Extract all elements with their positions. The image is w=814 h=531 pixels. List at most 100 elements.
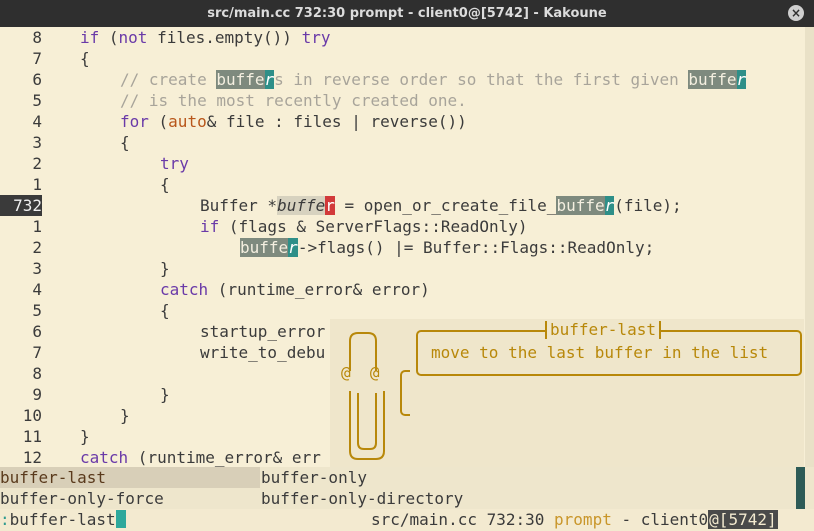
line-number: 5 (32, 91, 42, 110)
line-number: 1 (32, 175, 42, 194)
prompt-input[interactable]: buffer-last (10, 510, 116, 529)
code-token: catch (80, 448, 129, 467)
code-token: ->flags() |= Buffer::Flags::ReadOnly; (297, 238, 655, 257)
menu-scrollbar[interactable] (796, 467, 805, 509)
code-token: } (80, 427, 90, 446)
code-text: } (120, 405, 130, 426)
prompt-colon: : (0, 510, 10, 529)
code-text: // is the most recently created one. (120, 90, 467, 111)
code-line[interactable]: 1 if (flags & ServerFlags::ReadOnly) (0, 216, 814, 237)
menu-item-buffer-last[interactable]: buffer-last (0, 467, 260, 488)
code-token: for (120, 112, 149, 131)
line-number: 8 (32, 364, 42, 383)
code-token: } (160, 385, 170, 404)
status-line: :buffer-last src/main.cc 732:30 prompt -… (0, 509, 814, 531)
info-brace (400, 370, 410, 416)
code-token: & file : files | reverse()) (206, 112, 467, 131)
status-file-position: src/main.cc 732:30 (371, 510, 555, 529)
code-token: auto (168, 112, 207, 131)
code-text: // create buffers in reverse order so th… (120, 69, 747, 90)
line-number: 10 (22, 406, 42, 425)
command-prompt[interactable]: :buffer-last (0, 509, 126, 531)
code-text: { (80, 48, 90, 69)
code-token: (runtime_error& err (128, 448, 321, 467)
code-text: } (160, 384, 170, 405)
code-token: Buffer * (200, 196, 278, 215)
line-number: 12 (22, 448, 42, 467)
title-bar: src/main.cc 732:30 prompt - client0@[574… (0, 0, 814, 27)
code-token: try (160, 154, 189, 173)
line-number: 1 (32, 217, 42, 236)
code-token: } (120, 406, 130, 425)
line-number: 2 (32, 238, 42, 257)
code-text: catch (runtime_error& err (80, 447, 321, 468)
code-text: { (160, 300, 170, 321)
line-number: 732 (0, 195, 42, 216)
code-line[interactable]: 5 // is the most recently created one. (0, 90, 814, 111)
menu-item-buffer-only-force[interactable]: buffer-only-force (0, 488, 164, 509)
close-icon[interactable]: × (788, 5, 804, 21)
code-token: buffe (556, 196, 605, 215)
code-text: } (80, 426, 90, 447)
code-text: { (120, 132, 130, 153)
code-token: if (200, 217, 220, 236)
code-token: } (160, 259, 170, 278)
code-line[interactable]: 3{ (0, 132, 814, 153)
code-text: if (flags & ServerFlags::ReadOnly) (200, 216, 528, 237)
code-text: } (160, 258, 170, 279)
code-token: catch (160, 280, 209, 299)
line-number: 11 (22, 427, 42, 446)
line-number: 7 (32, 49, 42, 68)
code-text: write_to_debu (200, 342, 325, 363)
info-title: buffer-last (545, 321, 661, 339)
code-line[interactable]: 2 try (0, 153, 814, 174)
code-token: r (604, 196, 615, 215)
menu-item-buffer-only[interactable]: buffer-only (261, 467, 367, 488)
status-session: @[5742] (708, 510, 778, 529)
code-token: try (301, 28, 331, 47)
code-line[interactable]: 7{ (0, 48, 814, 69)
code-text: catch (runtime_error& error) (160, 279, 430, 300)
code-token: buffe (277, 196, 326, 215)
code-line[interactable]: 6// create buffers in reverse order so t… (0, 69, 814, 90)
code-token: { (80, 49, 90, 68)
code-token: // is the most recently created one. (120, 91, 467, 110)
code-token: r (288, 238, 298, 257)
kakoune-window: src/main.cc 732:30 prompt - client0@[574… (0, 0, 814, 531)
code-line[interactable]: 3} (0, 258, 814, 279)
code-token: s in reverse order so that the first giv… (274, 70, 689, 89)
menu-item-buffer-only-directory[interactable]: buffer-only-directory (261, 488, 463, 509)
code-token: (runtime_error& error) (208, 280, 430, 299)
code-line[interactable]: 732 Buffer *buffer = open_or_create_file_… (0, 195, 814, 216)
code-token: startup_error (200, 322, 326, 341)
line-number: 7 (32, 343, 42, 362)
line-number: 5 (32, 301, 42, 320)
code-line[interactable]: 4 catch (runtime_error& error) (0, 279, 814, 300)
code-token: // create (120, 70, 217, 89)
info-body: move to the last buffer in the list (431, 343, 769, 362)
status-client: client0 (640, 510, 709, 529)
code-token: buffe (688, 70, 737, 89)
code-token: if (80, 28, 100, 47)
code-token: r (325, 196, 335, 215)
code-token: = open_or_create_file_ (334, 196, 557, 215)
status-info: src/main.cc 732:30 prompt - client0@[574… (371, 509, 778, 531)
status-dash: - (611, 510, 641, 529)
prompt-cursor (115, 510, 126, 528)
code-token: { (120, 133, 130, 152)
code-line[interactable]: 4 for (auto& file : files | reverse()) (0, 111, 814, 132)
code-line[interactable]: 8 if (not files.empty()) try (0, 27, 814, 48)
code-text: startup_error (200, 321, 325, 342)
code-token: r (736, 70, 747, 89)
code-text: { (160, 174, 170, 195)
code-line[interactable]: 2 buffer->flags() |= Buffer::Flags::ReadO… (0, 237, 814, 258)
code-line[interactable]: 1{ (0, 174, 814, 195)
code-token: (file); (614, 196, 682, 215)
code-text: buffer->flags() |= Buffer::Flags::ReadOn… (240, 237, 654, 258)
code-line[interactable]: 5{ (0, 300, 814, 321)
code-token: not (118, 28, 148, 47)
clippy-eyes: @ @ (341, 363, 380, 382)
code-token: buffe (216, 70, 265, 89)
line-number: 6 (32, 70, 42, 89)
clippy-icon (349, 332, 385, 460)
